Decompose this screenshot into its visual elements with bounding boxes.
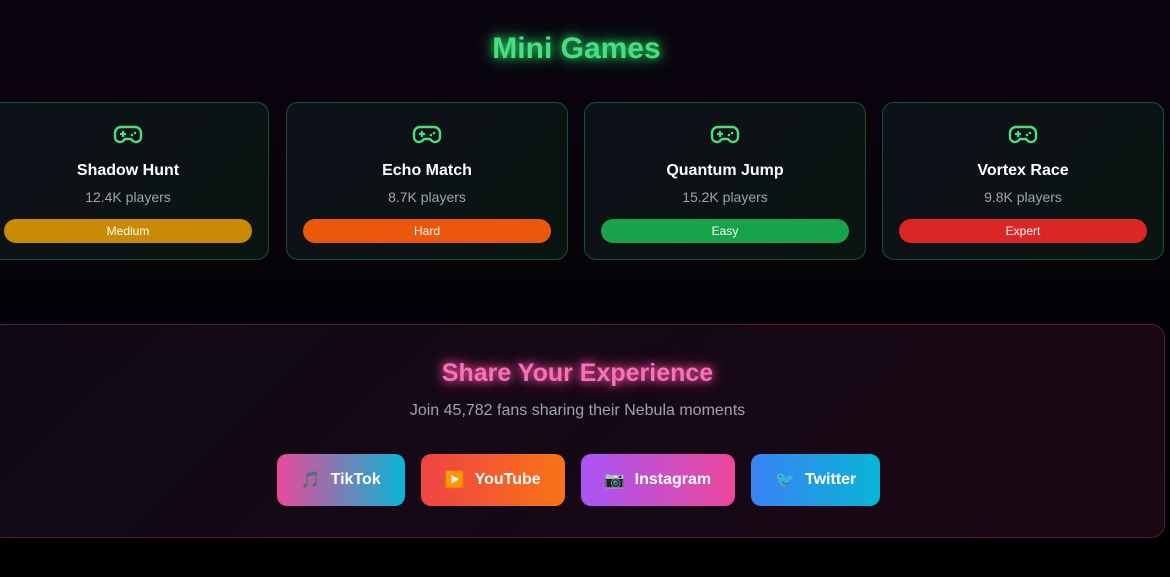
share-section: Share Your Experience Join 45,782 fans s… (0, 324, 1165, 538)
difficulty-badge: Medium (4, 219, 252, 243)
game-name: Vortex Race (977, 162, 1069, 179)
share-button-label: YouTube (474, 471, 541, 488)
share-button-tiktok[interactable]: 🎵 TikTok (276, 454, 405, 506)
twitter-icon: 🐦 (775, 472, 796, 489)
gamepad-icon (412, 125, 442, 144)
gamepad-icon (710, 125, 740, 144)
game-name: Shadow Hunt (76, 162, 180, 179)
player-count: 12.4K players (85, 189, 171, 205)
youtube-icon: ▶️ (444, 472, 465, 489)
share-button-instagram[interactable]: 📷 Instagram (580, 454, 736, 506)
game-name: Echo Match (382, 162, 472, 179)
tiktok-icon: 🎵 (300, 472, 321, 489)
instagram-icon: 📷 (604, 472, 625, 489)
game-name: Quantum Jump (666, 162, 784, 179)
section-title: Mini Games (492, 32, 661, 65)
player-count: 15.2K players (682, 189, 768, 205)
player-count: 8.7K players (388, 189, 466, 205)
share-button-label: Instagram (634, 471, 712, 488)
share-button-label: TikTok (330, 471, 381, 488)
gamepad-icon (1008, 125, 1038, 144)
game-card[interactable]: Echo Match 8.7K players Hard (286, 102, 568, 260)
share-button-twitter[interactable]: 🐦 Twitter (751, 454, 881, 506)
game-card[interactable]: Shadow Hunt 12.4K players Medium (0, 102, 269, 260)
share-button-youtube[interactable]: ▶️ YouTube (420, 454, 565, 506)
difficulty-badge: Hard (303, 219, 551, 243)
game-card[interactable]: Vortex Race 9.8K players Expert (882, 102, 1164, 260)
player-count: 9.8K players (984, 189, 1062, 205)
share-button-label: Twitter (805, 471, 857, 488)
gamepad-icon (113, 125, 143, 144)
share-title: Share Your Experience (441, 359, 714, 387)
difficulty-badge: Expert (899, 219, 1147, 243)
difficulty-badge: Easy (601, 219, 849, 243)
share-subtitle: Join 45,782 fans sharing their Nebula mo… (409, 402, 746, 419)
game-card[interactable]: Quantum Jump 15.2K players Easy (584, 102, 866, 260)
